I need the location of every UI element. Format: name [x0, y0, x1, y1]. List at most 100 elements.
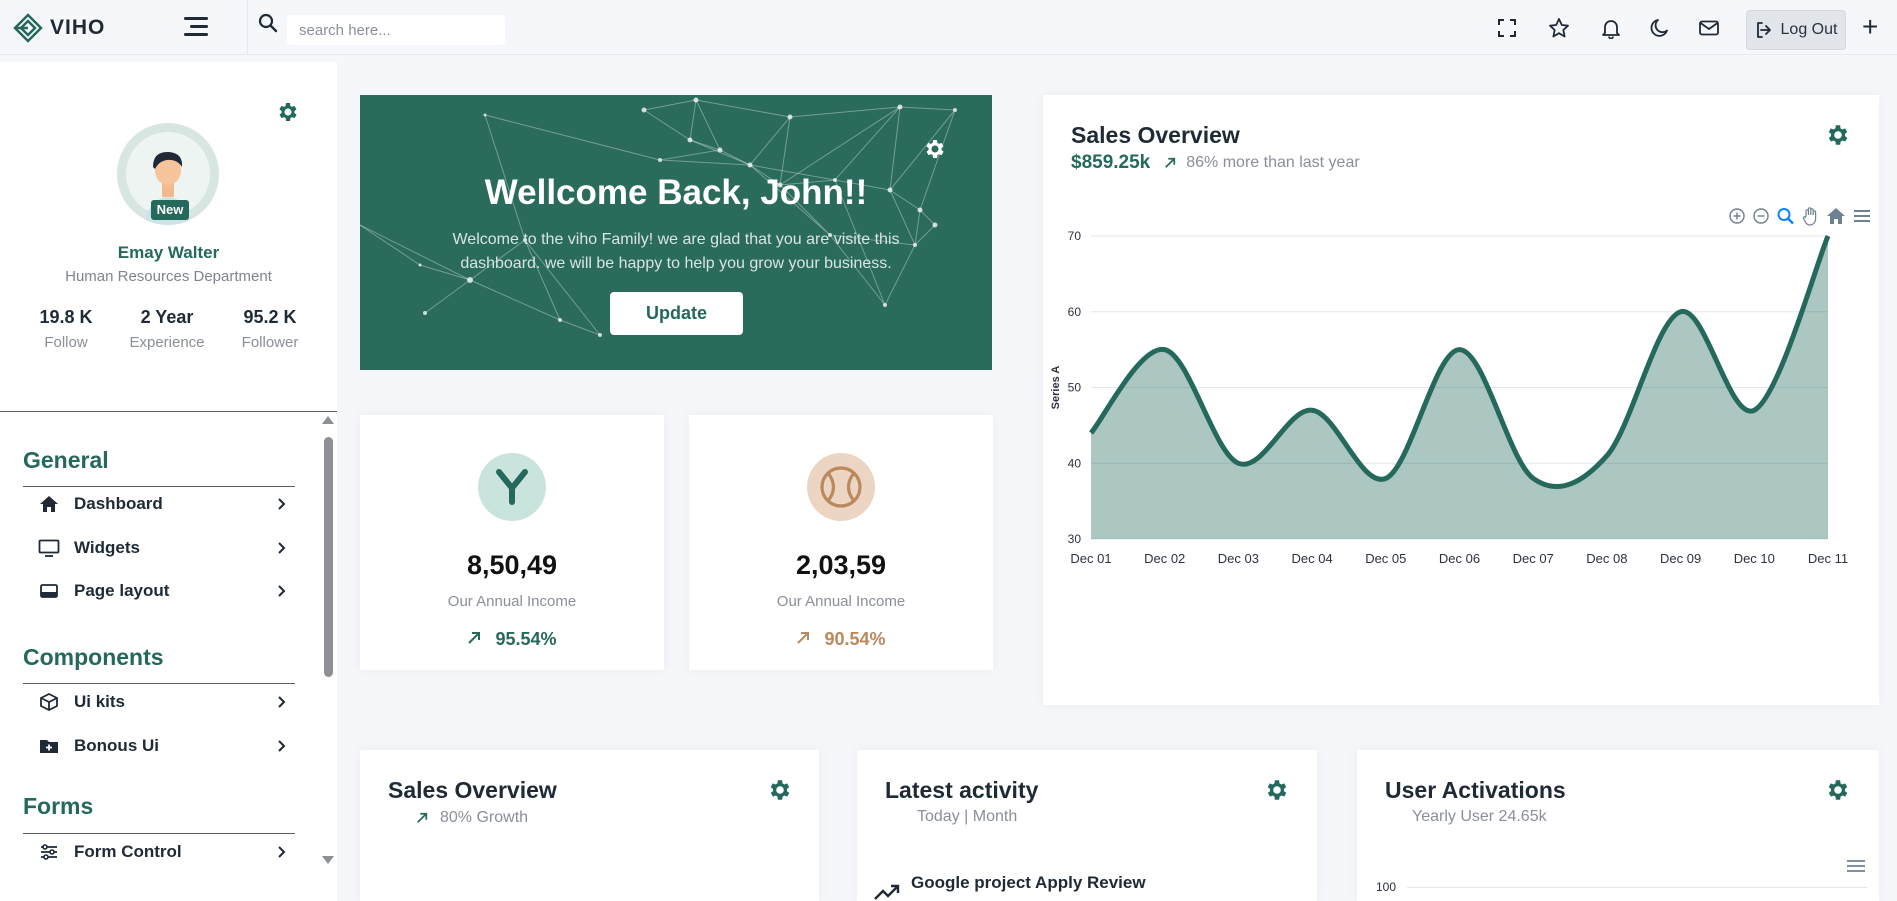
magnifier-icon[interactable] [1776, 207, 1796, 225]
logout-label: Log Out [1780, 21, 1838, 38]
sales-summary: $859.25k 86% more than last year [1071, 152, 1360, 174]
sidebar-item-bonous-ui[interactable]: Bonous Ui [38, 731, 288, 761]
logo-text: VIHO [50, 15, 106, 39]
stat-follow: 19.8 K Follow [16, 307, 116, 351]
y-axis-label: Series A [1050, 366, 1062, 410]
menu-lines-icon[interactable] [1852, 207, 1872, 225]
card-title: User Activations [1385, 777, 1566, 803]
settings-gear-icon[interactable] [767, 777, 793, 803]
zoom-out-icon[interactable] [1752, 207, 1770, 225]
divider [23, 683, 295, 684]
sales-overview-card: Sales Overview $859.25k 86% more than la… [1043, 95, 1879, 705]
search-icon[interactable] [258, 13, 278, 33]
user-activations-card: User Activations Yearly User 24.65k 100 [1357, 750, 1879, 901]
profile-card: New Emay Walter Human Resources Departme… [0, 62, 337, 412]
search-input[interactable] [287, 15, 505, 45]
logout-button[interactable]: Log Out [1746, 10, 1846, 50]
settings-gear-icon[interactable] [1264, 777, 1290, 803]
grid-line [1407, 887, 1867, 888]
sidebar-item-label: Dashboard [74, 494, 163, 513]
scroll-up-arrow-icon[interactable] [322, 416, 334, 424]
logout-icon [1756, 22, 1771, 38]
settings-gear-icon[interactable] [923, 137, 947, 161]
card-subtitle: Yearly User 24.65k [1412, 808, 1547, 825]
moon-icon[interactable] [1649, 17, 1671, 39]
scroll-down-arrow-icon[interactable] [322, 856, 334, 864]
x-tick-label: Dec 11 [1808, 551, 1848, 566]
activity-title[interactable]: Google project Apply Review [911, 873, 1146, 893]
arrow-up-right-icon [468, 632, 481, 644]
home-reset-icon[interactable] [1826, 207, 1846, 225]
fullscreen-icon[interactable] [1496, 17, 1518, 39]
star-icon[interactable] [1548, 17, 1570, 39]
divider [23, 833, 295, 834]
sidebar-item-page-layout[interactable]: Page layout [38, 576, 288, 606]
sidebar-item-label: Page layout [74, 581, 170, 600]
mail-icon[interactable] [1698, 17, 1720, 39]
card-subtitle: 80% Growth [440, 809, 529, 826]
sidebar-item-widgets[interactable]: Widgets [38, 533, 288, 563]
settings-gear-icon[interactable] [1825, 122, 1851, 148]
arrow-up-right-icon [797, 632, 810, 644]
trending-up-icon [874, 884, 900, 900]
y-tick-label: 30 [1068, 532, 1082, 546]
chevron-right-icon [278, 542, 286, 554]
profile-name[interactable]: Emay Walter [0, 243, 337, 263]
scrollbar-thumb[interactable] [324, 437, 333, 677]
sidebar-item-dashboard[interactable]: Dashboard [38, 489, 288, 519]
x-tick-label: Dec 06 [1439, 551, 1480, 566]
new-badge: New [151, 200, 189, 220]
x-tick-label: Dec 09 [1660, 551, 1701, 566]
monitor-icon [38, 538, 60, 558]
layout-icon [38, 581, 60, 601]
income-percent: 95.54% [360, 629, 664, 650]
sidebar-item-label: Widgets [74, 538, 140, 557]
percent-value: 90.54% [824, 629, 886, 649]
sidebar-item-ui-kits[interactable]: Ui kits [38, 687, 288, 717]
stat-value: 95.2 K [243, 307, 297, 327]
sidebar-item-form-control[interactable]: Form Control [38, 837, 288, 867]
box-icon [38, 692, 60, 712]
nav-heading-forms: Forms [23, 793, 94, 819]
folder-plus-icon [38, 736, 60, 756]
x-tick-label: Dec 04 [1291, 551, 1332, 566]
stat-label: Experience [129, 334, 205, 351]
card-subtitle[interactable]: Today | Month [917, 808, 1017, 826]
card-title: Sales Overview [388, 777, 557, 803]
y-tick-label: 70 [1068, 229, 1082, 243]
update-button[interactable]: Update [610, 292, 743, 335]
income-percent: 90.54% [689, 629, 993, 650]
card-title: Sales Overview [1071, 122, 1240, 148]
chevron-right-icon [278, 585, 286, 597]
sales-area-chart[interactable]: 30 40 50 60 70 Series A Dec 01 Dec 02 Dec 03 Dec … [1043, 225, 1879, 705]
menu-toggle-icon[interactable] [184, 17, 208, 37]
stat-label: Follower [241, 334, 299, 351]
divider [0, 411, 337, 412]
sales-subtitle: 86% more than last year [1186, 154, 1360, 171]
settings-gear-icon[interactable] [1825, 777, 1851, 803]
sidebar-item-label: Bonous Ui [74, 736, 159, 755]
settings-gear-icon[interactable] [276, 100, 300, 124]
income-label: Our Annual Income [447, 593, 577, 610]
chevron-right-icon [278, 498, 286, 510]
home-icon [38, 494, 60, 514]
logo[interactable]: VIHO [0, 0, 248, 55]
latest-activity-card: Latest activity Today | Month Google pro… [857, 750, 1317, 901]
x-tick-label: Dec 03 [1218, 551, 1259, 566]
divider [23, 486, 295, 487]
chart-toolbar [1728, 206, 1872, 226]
y-tick-label: 60 [1068, 305, 1082, 319]
stat-value: 2 Year [140, 307, 194, 327]
x-tick-label: Dec 02 [1144, 551, 1185, 566]
growth-summary: 80% Growth [416, 809, 528, 827]
plus-icon[interactable]: + [1862, 13, 1878, 41]
menu-lines-icon[interactable] [1846, 858, 1866, 874]
sidebar-item-label: Ui kits [74, 692, 126, 711]
percent-value: 95.54% [495, 629, 557, 649]
bell-icon[interactable] [1600, 17, 1622, 39]
y-tick-label: 50 [1068, 381, 1082, 395]
y-tick-label: 40 [1068, 456, 1082, 470]
income-card: 2,03,59 Our Annual Income 90.54% [689, 415, 993, 670]
zoom-in-icon[interactable] [1728, 207, 1746, 225]
pan-hand-icon[interactable] [1802, 206, 1820, 226]
